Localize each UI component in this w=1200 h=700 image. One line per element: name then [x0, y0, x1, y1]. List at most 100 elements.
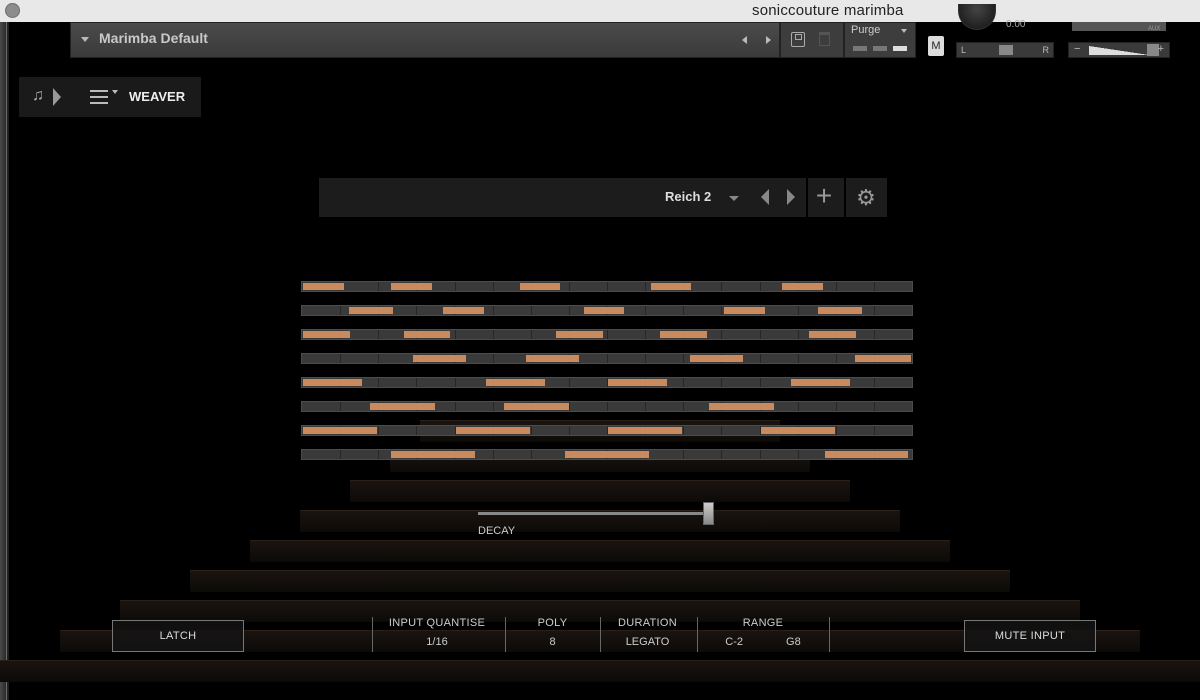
active-step[interactable]	[303, 283, 344, 290]
poly-label: POLY	[537, 617, 568, 629]
sequencer-row[interactable]	[301, 377, 913, 388]
gear-icon[interactable]: ⚙	[849, 181, 883, 214]
active-step[interactable]	[608, 379, 667, 386]
active-step[interactable]	[690, 355, 744, 362]
active-step[interactable]	[608, 427, 683, 434]
active-step[interactable]	[855, 355, 911, 362]
sequencer-row[interactable]	[301, 425, 913, 436]
active-step[interactable]	[723, 307, 765, 314]
step-divider	[416, 306, 418, 315]
active-step[interactable]	[443, 307, 484, 314]
duration-control[interactable]: DURATION LEGATO	[605, 617, 690, 653]
volume-ramp	[1089, 46, 1149, 55]
sequencer-row[interactable]	[301, 329, 913, 340]
pattern-next-button[interactable]	[782, 184, 802, 210]
input-quantise-label: INPUT QUANTISE	[388, 617, 486, 629]
decay-slider-track[interactable]	[478, 512, 714, 515]
window-close-icon[interactable]	[5, 3, 20, 18]
active-step[interactable]	[412, 355, 466, 362]
pan-slider[interactable]: L R	[956, 42, 1054, 58]
decay-slider-handle[interactable]	[703, 502, 715, 525]
add-pattern-button[interactable]: +	[810, 181, 838, 214]
active-step[interactable]	[486, 379, 545, 386]
purge-segment	[893, 46, 907, 51]
active-step[interactable]	[525, 355, 579, 362]
active-step[interactable]	[391, 283, 433, 290]
active-step[interactable]	[391, 451, 475, 458]
active-step[interactable]	[708, 403, 774, 410]
active-step[interactable]	[824, 451, 908, 458]
active-step[interactable]	[818, 307, 863, 314]
range-control[interactable]: RANGE C-2 G8	[702, 617, 824, 653]
sequencer-row[interactable]	[301, 449, 913, 460]
active-step[interactable]	[519, 283, 561, 290]
play-icon[interactable]	[53, 88, 61, 106]
preset-next-icon[interactable]	[766, 36, 771, 44]
input-quantise-control[interactable]: INPUT QUANTISE 1/16	[378, 617, 496, 653]
poly-control[interactable]: POLY 8	[510, 617, 595, 653]
active-step[interactable]	[504, 403, 570, 410]
active-step[interactable]	[809, 331, 857, 338]
preset-prev-icon[interactable]	[742, 36, 747, 44]
sequencer-row[interactable]	[301, 401, 913, 412]
pattern-prev-button[interactable]	[756, 184, 776, 210]
active-step[interactable]	[791, 379, 850, 386]
duration-value[interactable]: LEGATO	[605, 636, 690, 648]
active-step[interactable]	[370, 403, 436, 410]
active-step[interactable]	[455, 427, 530, 434]
active-step[interactable]	[650, 283, 692, 290]
tab-weaver[interactable]: WEAVER	[129, 89, 185, 104]
pattern-name[interactable]: Reich 2	[665, 189, 711, 204]
poly-value[interactable]: 8	[510, 636, 595, 648]
menu-icon[interactable]	[90, 90, 108, 104]
active-step[interactable]	[760, 427, 835, 434]
trash-icon[interactable]	[819, 32, 830, 46]
active-step[interactable]	[303, 379, 362, 386]
active-step[interactable]	[348, 307, 393, 314]
midi-button[interactable]: M	[928, 36, 944, 56]
range-low-value[interactable]: C-2	[725, 636, 743, 648]
range-high-value[interactable]: G8	[786, 636, 801, 648]
step-divider	[683, 354, 685, 363]
mute-input-button[interactable]: MUTE INPUT	[964, 620, 1096, 652]
preset-name[interactable]: Marimba Default	[99, 30, 208, 46]
music-note-icon[interactable]: ♫	[32, 87, 44, 105]
save-icon[interactable]	[791, 32, 805, 47]
active-step[interactable]	[659, 331, 707, 338]
input-quantise-value[interactable]: 1/16	[378, 636, 496, 648]
volume-slider[interactable]: − +	[1068, 42, 1170, 58]
active-step[interactable]	[583, 307, 625, 314]
purge-caret-icon	[901, 29, 907, 33]
active-step[interactable]	[303, 427, 378, 434]
sequencer-row[interactable]	[301, 281, 913, 292]
step-divider	[378, 330, 380, 339]
active-step[interactable]	[781, 283, 823, 290]
active-step[interactable]	[403, 331, 451, 338]
step-divider	[835, 282, 837, 291]
active-step[interactable]	[565, 451, 649, 458]
step-divider	[378, 354, 380, 363]
step-divider	[721, 378, 723, 387]
sequencer-grid[interactable]	[301, 281, 913, 473]
duration-label: DURATION	[617, 617, 678, 629]
preset-dropdown-icon[interactable]	[81, 37, 89, 42]
active-step[interactable]	[303, 331, 350, 338]
sequencer-row[interactable]	[301, 353, 913, 364]
purge-menu[interactable]: Purge	[844, 22, 916, 58]
volume-plus: +	[1157, 43, 1164, 55]
step-divider	[568, 426, 570, 435]
pan-handle[interactable]	[999, 45, 1013, 55]
active-step[interactable]	[556, 331, 603, 338]
step-divider	[797, 330, 799, 339]
sequencer-row[interactable]	[301, 305, 913, 316]
pattern-dropdown-icon[interactable]	[729, 196, 739, 201]
tune-knob[interactable]	[958, 4, 996, 30]
pattern-toolbar: Reich 2 + ⚙	[319, 178, 887, 217]
latch-button[interactable]: LATCH	[112, 620, 244, 652]
step-divider	[797, 402, 799, 411]
control-divider	[829, 617, 830, 652]
step-divider	[645, 306, 647, 315]
step-divider	[530, 450, 532, 459]
preset-bar[interactable]: Marimba Default	[70, 22, 780, 58]
step-divider	[721, 306, 723, 315]
